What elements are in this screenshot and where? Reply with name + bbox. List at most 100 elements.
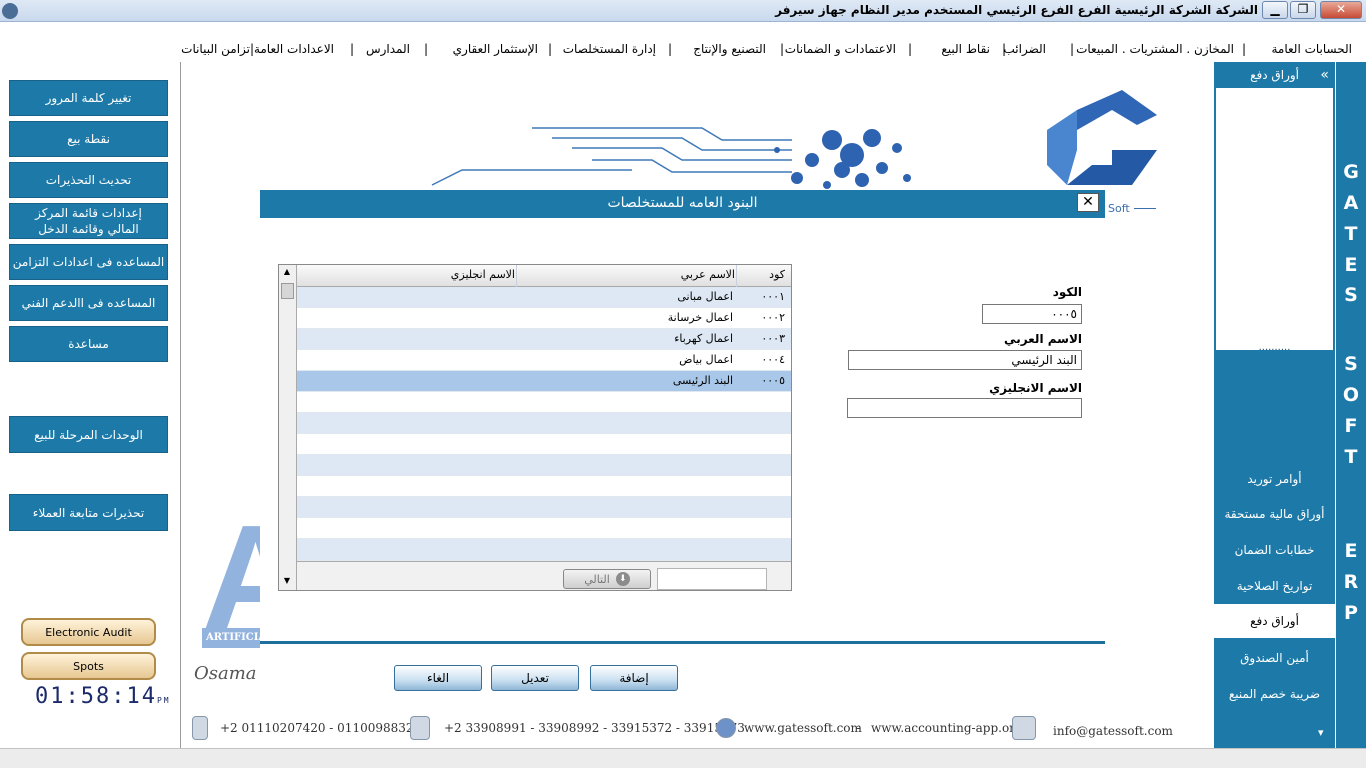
brand-letter: F	[1344, 415, 1358, 437]
payment-papers-item[interactable]: أوراق دفع	[1214, 604, 1335, 638]
scroll-up-icon[interactable]: ▲	[281, 267, 293, 279]
divider-line	[260, 641, 1105, 644]
collapse-icon[interactable]: »	[1320, 67, 1329, 83]
app-icon[interactable]	[2, 3, 18, 19]
maximize-button[interactable]: ❐	[1290, 1, 1316, 19]
menu-separator: |	[1001, 42, 1006, 56]
brand-letter: G	[1343, 161, 1359, 183]
menu-stores-purchases-sales[interactable]: المخازن . المشتريات . المبيعات	[1076, 42, 1234, 56]
menu-schools[interactable]: المدارس	[366, 42, 410, 56]
arabic-name-field[interactable]: البند الرئيسي	[848, 350, 1082, 370]
phone-numbers: +2 33908991 - 33908992 - 33915372 - 3391…	[444, 721, 745, 735]
menu-taxes[interactable]: الضرائب	[1004, 42, 1046, 56]
table-row-empty[interactable]	[297, 476, 791, 497]
wordmark-line	[1134, 208, 1156, 209]
menu-general-settings[interactable]: الاعدادات العامة	[254, 42, 334, 56]
menu-credits-guarantees[interactable]: الاعتمادات و الضمانات	[785, 42, 896, 56]
scroll-down-icon[interactable]: ▾	[1318, 726, 1324, 739]
next-label: التالي	[584, 572, 610, 586]
guarantee-letters-item[interactable]: خطابات الضمان	[1214, 533, 1335, 567]
table-row[interactable]: ٠٠٠١ اعمال مبانى	[297, 287, 791, 308]
right-panel-title: أوراق دفع	[1250, 68, 1299, 82]
table-row-selected[interactable]: ٠٠٠٥ البند الرئيسى	[297, 371, 791, 392]
scroll-down-icon[interactable]: ▼	[281, 576, 293, 588]
due-financial-papers-item[interactable]: أوراق مالية مستحقة	[1214, 497, 1335, 531]
technical-support-help-button[interactable]: المساعده فى االدعم الفني	[9, 285, 168, 321]
pager-input[interactable]	[657, 568, 767, 590]
brand-letter: A	[1343, 192, 1359, 214]
brand-letter: S	[1344, 284, 1358, 306]
clock-time: 01:58:14	[35, 684, 157, 709]
email-address[interactable]: info@gatessoft.com	[1053, 724, 1173, 738]
menu-data-sync[interactable]: تزامن البيانات	[181, 42, 250, 56]
code-label: الكود	[1052, 285, 1082, 299]
contact-footer: +2 01110207420 - 01100988327 +2 33908991…	[190, 714, 1180, 744]
menu-extracts-management[interactable]: إدارة المستخلصات	[563, 42, 656, 56]
table-row[interactable]: ٠٠٠٢ اعمال خرسانة	[297, 308, 791, 329]
menu-real-estate[interactable]: الإستثمار العقاري	[453, 42, 538, 56]
expiry-dates-item[interactable]: تواريخ الصلاحية	[1214, 569, 1335, 603]
table-row[interactable]: ٠٠٠٣ اعمال كهرباء	[297, 329, 791, 350]
globe-icon	[716, 718, 736, 738]
brand-letter: T	[1344, 446, 1358, 468]
website-link[interactable]: www.gatessoft.com	[744, 721, 862, 735]
table-row-empty[interactable]	[297, 392, 791, 413]
clock-ampm: PM	[156, 696, 171, 705]
units-posted-for-sale-button[interactable]: الوحدات المرحلة للبيع	[9, 416, 168, 453]
resize-dots[interactable]: ..........	[1216, 342, 1333, 353]
website-link-2[interactable]: www.accounting-app.org	[871, 721, 1023, 735]
brand-letter: E	[1344, 254, 1358, 276]
customer-followup-warnings-button[interactable]: تحذيرات متابعة العملاء	[9, 494, 168, 531]
telephone-icon	[410, 716, 430, 740]
electronic-audit-button[interactable]: Electronic Audit	[21, 618, 156, 646]
withholding-tax-item[interactable]: ضريبة خصم المنبع	[1214, 677, 1335, 711]
scroll-thumb[interactable]	[281, 283, 294, 299]
add-button[interactable]: إضافة	[590, 665, 678, 691]
menu-separator: |	[423, 42, 428, 56]
right-panel-header: » أوراق دفع	[1214, 62, 1335, 88]
edit-button[interactable]: تعديل	[491, 665, 579, 691]
cashier-item[interactable]: أمين الصندوق	[1214, 641, 1335, 675]
table-row-empty[interactable]	[297, 539, 791, 561]
refresh-warnings-button[interactable]: تحديث التحذيرات	[9, 162, 168, 198]
col-header-english[interactable]: الاسم انجليزي	[451, 268, 515, 281]
col-header-code[interactable]: كود	[769, 268, 785, 281]
cancel-button[interactable]: الغاء	[394, 665, 482, 691]
grid-scrollbar[interactable]: ▲ ▼	[279, 265, 297, 590]
menu-pos[interactable]: نقاط البيع	[941, 42, 990, 56]
next-page-button[interactable]: التالي ⬇	[563, 569, 651, 589]
menu-general-accounts[interactable]: الحسابات العامة	[1271, 42, 1352, 56]
table-row-empty[interactable]	[297, 434, 791, 455]
sync-settings-help-button[interactable]: المساعده فى اعدادات التزامن	[9, 244, 168, 280]
brand-letter: P	[1344, 602, 1358, 624]
supply-orders-item[interactable]: أوامر توريد	[1214, 462, 1335, 496]
english-name-field[interactable]	[847, 398, 1082, 418]
minimize-button[interactable]: ▁	[1262, 1, 1288, 19]
table-row-empty[interactable]	[297, 518, 791, 539]
spots-button[interactable]: Spots	[21, 652, 156, 680]
menu-separator: |	[779, 42, 784, 56]
menu-manufacturing[interactable]: التصنيع والإنتاج	[693, 42, 766, 56]
cell-arabic: اعمال مبانى	[677, 290, 733, 303]
table-row-empty[interactable]	[297, 413, 791, 434]
soft-wordmark: Soft	[1108, 202, 1130, 215]
cell-code: ٠٠٠٣	[761, 332, 785, 345]
brand-letter: T	[1344, 223, 1358, 245]
help-button[interactable]: مساعدة	[9, 326, 168, 362]
dialog-close-button[interactable]: ✕	[1077, 193, 1099, 212]
col-header-arabic[interactable]: الاسم عربي	[681, 268, 735, 281]
gates-soft-logo	[431, 90, 1157, 189]
brand-strip: G A T E S S O F T E R P	[1336, 62, 1366, 748]
table-row[interactable]: ٠٠٠٤ اعمال بياض	[297, 350, 791, 371]
cell-arabic: اعمال كهرباء	[674, 332, 733, 345]
table-row-empty[interactable]	[297, 455, 791, 476]
financial-statements-settings-button[interactable]: إعدادات قائمة المركز المالي وقائمة الدخل	[9, 203, 168, 239]
title-bar: الشركة الشركة الرئيسية الفرع الفرع الرئي…	[0, 0, 1366, 22]
change-password-button[interactable]: تغيير كلمة المرور	[9, 80, 168, 116]
code-field[interactable]: ٠٠٠٥	[982, 304, 1082, 324]
point-of-sale-button[interactable]: نقطة بيع	[9, 121, 168, 157]
table-row-empty[interactable]	[297, 497, 791, 518]
close-window-button[interactable]: ✕	[1320, 1, 1362, 19]
menu-separator: |	[1069, 42, 1074, 56]
dialog-title-bar: البنود العامه للمستخلصات ✕	[260, 190, 1105, 218]
